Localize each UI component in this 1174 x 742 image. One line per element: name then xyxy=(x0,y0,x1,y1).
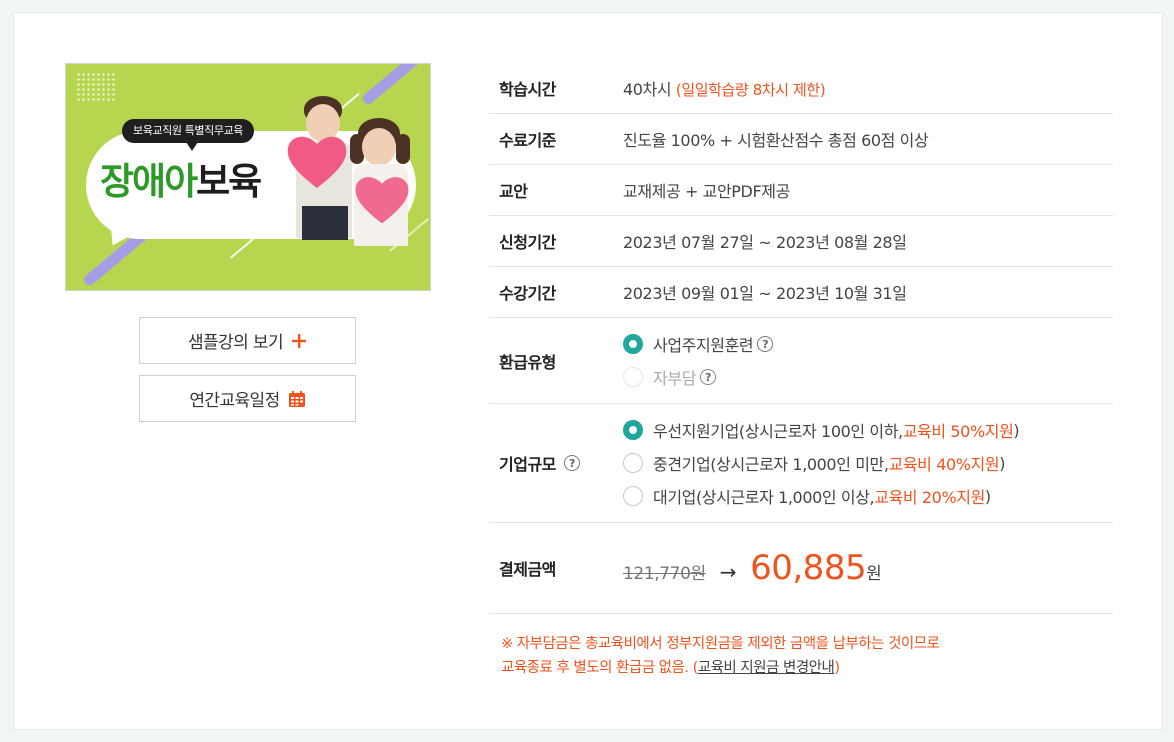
course-period-value: 2023년 09월 01일 ~ 2023년 10월 31일 xyxy=(623,284,907,303)
company-option-support: 교육비 40%지원 xyxy=(888,455,1000,474)
notice-line-1: ※ 자부담금은 총교육비에서 정부지원금을 제외한 금액을 납부하는 것이므로 xyxy=(501,636,940,652)
heart-icon xyxy=(287,136,347,188)
refund-option-label: 사업주지원훈련 xyxy=(653,336,754,355)
plus-icon xyxy=(292,333,307,348)
arrow-right-icon: → xyxy=(719,560,737,584)
help-icon[interactable]: ? xyxy=(757,336,774,352)
company-option-close: ) xyxy=(1013,420,1020,440)
course-tag: 보육교직원 특별직무교육 xyxy=(122,119,255,143)
course-title: 장애아보육 xyxy=(100,158,262,206)
row-payment: 결제금액 121,770원 → 60,885 원 xyxy=(489,523,1113,614)
row-label: 수강기간 xyxy=(499,284,556,303)
original-price: 121,770원 xyxy=(623,564,706,584)
course-title-green: 장애아 xyxy=(100,160,198,203)
row-label: 환급유형 xyxy=(499,352,556,372)
row-refund-type: 환급유형 사업주지원훈련 ? 자부담 ? xyxy=(489,318,1113,404)
row-label: 결제금액 xyxy=(499,560,556,579)
sample-lecture-label: 샘플강의 보기 xyxy=(187,333,284,353)
radio-unselected[interactable] xyxy=(623,453,643,473)
dot-pattern xyxy=(76,72,116,102)
company-option-large[interactable]: 대기업(상시근로자 1,000인 이상, 교육비 20%지원) xyxy=(623,480,1113,513)
company-option-label: 중견기업(상시근로자 1,000인 미만, xyxy=(653,455,889,474)
row-study-time: 학습시간 40차시 (일일학습량 8차시 제한) xyxy=(489,63,1113,114)
course-info-card: 보육교직원 특별직무교육 장애아보육 샘플강의 보기 연간교육일정 학습시간 4… xyxy=(13,12,1163,730)
row-label: 수료기준 xyxy=(499,131,556,150)
refund-notice: ※ 자부담금은 총교육비에서 정부지원금을 제외한 금액을 납부하는 것이므로 … xyxy=(501,632,940,680)
completion-value: 진도율 100% + 시험환산점수 총점 60점 이상 xyxy=(623,131,929,150)
radio-selected[interactable] xyxy=(623,420,643,440)
row-apply-period: 신청기간 2023년 07월 27일 ~ 2023년 08월 28일 xyxy=(489,216,1113,267)
annual-schedule-label: 연간교육일정 xyxy=(189,391,280,411)
sample-lecture-button[interactable]: 샘플강의 보기 xyxy=(139,317,356,364)
annual-schedule-button[interactable]: 연간교육일정 xyxy=(139,375,356,422)
price-unit: 원 xyxy=(866,564,882,584)
row-label: 학습시간 xyxy=(499,80,556,99)
company-option-support: 교육비 20%지원 xyxy=(874,488,985,507)
row-label: 교안 xyxy=(499,182,528,201)
calendar-icon xyxy=(288,390,305,407)
radio-disabled xyxy=(623,367,643,387)
notice-line-2-prefix: 교육종료 후 별도의 환급금 없음. ( xyxy=(501,660,698,676)
refund-option-employer[interactable]: 사업주지원훈련 ? xyxy=(623,328,1113,361)
row-textbook: 교안 교재제공 + 교안PDF제공 xyxy=(489,165,1113,216)
study-time-value: 40차시 xyxy=(623,80,672,99)
course-info-table: 학습시간 40차시 (일일학습량 8차시 제한) 수료기준 진도율 100% +… xyxy=(489,63,1113,614)
heart-icon xyxy=(355,177,409,224)
refund-option-label: 자부담 xyxy=(653,369,696,388)
radio-selected[interactable] xyxy=(623,334,643,354)
row-completion: 수료기준 진도율 100% + 시험환산점수 총점 60점 이상 xyxy=(489,114,1113,165)
course-thumbnail: 보육교직원 특별직무교육 장애아보육 xyxy=(65,63,431,291)
company-option-midsize[interactable]: 중견기업(상시근로자 1,000인 미만, 교육비 40%지원) xyxy=(623,447,1113,480)
course-tag-tail xyxy=(186,142,198,151)
course-title-black: 보육 xyxy=(196,160,262,203)
notice-line-2: 교육종료 후 별도의 환급금 없음. (교육비 지원금 변경안내) xyxy=(501,656,939,680)
study-time-note: (일일학습량 8차시 제한) xyxy=(675,81,826,99)
company-option-label: 대기업(상시근로자 1,000인 이상, xyxy=(653,488,875,507)
help-icon[interactable]: ? xyxy=(563,455,580,471)
row-company-size: 기업규모 ? 우선지원기업(상시근로자 100인 이하, 교육비 50%지원) … xyxy=(489,404,1113,523)
apply-period-value: 2023년 07월 27일 ~ 2023년 08월 28일 xyxy=(623,233,907,252)
row-label: 기업규모 xyxy=(499,455,556,474)
company-option-close: ) xyxy=(999,453,1006,473)
company-option-label: 우선지원기업(상시근로자 100인 이하, xyxy=(653,422,903,441)
company-option-support: 교육비 50%지원 xyxy=(902,422,1014,441)
refund-option-self: 자부담 ? xyxy=(623,361,1113,394)
company-option-priority[interactable]: 우선지원기업(상시근로자 100인 이하, 교육비 50%지원) xyxy=(623,414,1113,447)
radio-unselected[interactable] xyxy=(623,486,643,506)
notice-line-2-suffix: ) xyxy=(834,660,840,676)
decor-stripe xyxy=(360,64,422,107)
final-price: 60,885 xyxy=(750,548,867,588)
textbook-value: 교재제공 + 교안PDF제공 xyxy=(623,182,790,201)
company-option-close: ) xyxy=(984,486,991,506)
subsidy-change-link[interactable]: 교육비 지원금 변경안내 xyxy=(698,660,835,676)
row-label: 신청기간 xyxy=(499,233,556,252)
row-course-period: 수강기간 2023년 09월 01일 ~ 2023년 10월 31일 xyxy=(489,267,1113,318)
help-icon[interactable]: ? xyxy=(699,369,716,385)
